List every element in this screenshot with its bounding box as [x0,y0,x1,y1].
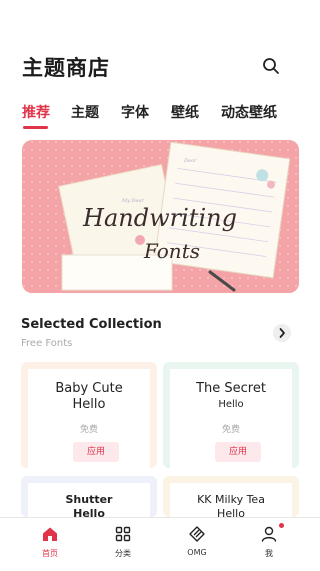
nav-me[interactable]: 我 [237,518,301,571]
section-title: Selected Collection [21,317,162,332]
font-name: KK Milky Tea Hello [197,493,265,517]
banner-title-line2: Fonts [143,239,200,263]
tab-live-wallpapers[interactable]: 动态壁纸 [221,102,277,122]
app-header: 主题商店 [0,0,320,92]
user-icon [261,526,277,542]
tab-fonts[interactable]: 字体 [121,102,149,122]
price-label: 免费 [79,425,98,435]
active-tab-indicator [23,126,48,129]
nav-categories[interactable]: 分类 [91,518,155,571]
font-card[interactable]: KK Milky Tea Hello [163,476,299,517]
font-name: The Secret Hello [196,381,266,410]
font-card[interactable]: Shutter Hello [21,476,157,517]
apply-button[interactable]: 应用 [73,442,119,462]
chevron-right-icon [279,328,285,338]
category-tabs: 推荐 主题 字体 壁纸 动态壁纸 [0,98,320,130]
tab-themes[interactable]: 主题 [71,102,99,122]
section-subtitle: Free Fonts [21,338,73,349]
apply-button[interactable]: 应用 [215,442,261,462]
font-name: Shutter Hello [65,493,113,517]
nav-omg[interactable]: OMG [165,518,229,571]
font-card[interactable]: The Secret Hello 免费 应用 [163,362,299,468]
bottom-navigation: 首页 分类 OMG 我 [0,517,320,571]
banner-illustration: My Dear Dear Handwriting Fonts [22,140,299,293]
nav-home[interactable]: 首页 [18,518,82,571]
nav-label: OMG [187,548,207,557]
tab-recommend[interactable]: 推荐 [22,102,50,122]
notification-dot [279,523,284,528]
nav-label: 首页 [42,549,58,558]
banner-note-label: Dear [183,158,197,164]
banner-title-line1: Handwriting [82,204,237,232]
page-title: 主题商店 [22,56,110,80]
tab-wallpapers[interactable]: 壁纸 [171,102,199,122]
home-icon [43,527,57,541]
nav-label: 我 [265,549,273,558]
diamond-icon [189,526,205,542]
section-more-button[interactable] [273,324,291,342]
font-card[interactable]: Baby Cute Hello 免费 应用 [21,362,157,468]
grid-icon [115,526,131,542]
nav-label: 分类 [115,549,131,558]
search-icon[interactable] [262,57,280,75]
font-name: Baby Cute Hello [55,381,123,412]
price-label: 免费 [221,425,240,435]
featured-banner[interactable]: My Dear Dear Handwriting Fonts [22,140,299,293]
